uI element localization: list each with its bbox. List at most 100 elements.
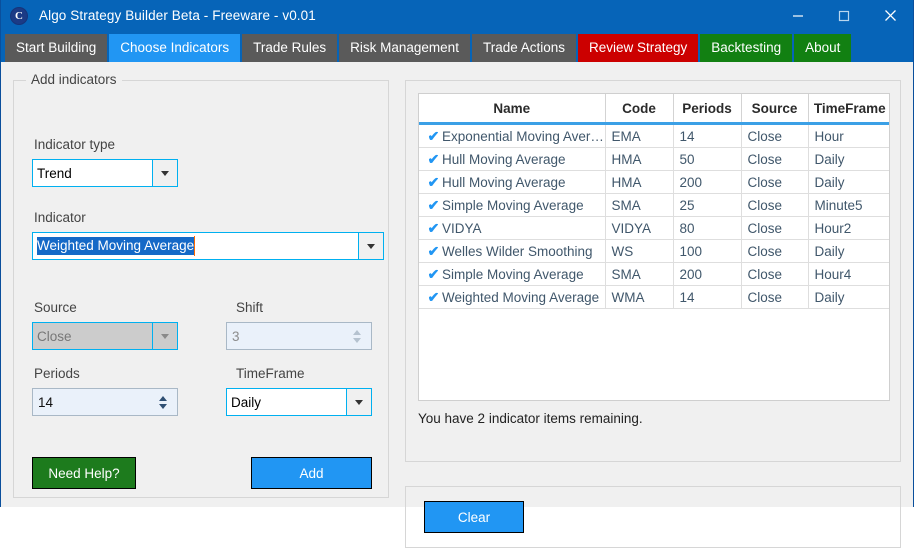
- cell-periods: 200: [673, 262, 742, 286]
- cell-timeframe: Hour4: [808, 262, 889, 286]
- table-header-row: Name Code Periods Source TimeFrame: [419, 94, 889, 125]
- source-label: Source: [34, 300, 77, 315]
- table-row[interactable]: ✔ Hull Moving Average HMA 50 Close Daily: [419, 147, 889, 171]
- cell-source: Close: [741, 285, 809, 309]
- table-row[interactable]: ✔ Welles Wilder Smoothing WS 100 Close Da…: [419, 239, 889, 263]
- chevron-down-icon[interactable]: [358, 233, 383, 259]
- table-row[interactable]: ✔ Hull Moving Average HMA 200 Close Daily: [419, 170, 889, 194]
- table-row[interactable]: ✔ Simple Moving Average SMA 200 Close Hou…: [419, 262, 889, 286]
- tab-bar: Start Building Choose Indicators Trade R…: [1, 31, 913, 62]
- cell-timeframe: Daily: [808, 285, 889, 309]
- periods-value: 14: [38, 394, 54, 410]
- row-check-icon[interactable]: ✔: [425, 151, 442, 168]
- cell-timeframe: Minute5: [808, 193, 889, 217]
- window-title: Algo Strategy Builder Beta - Freeware - …: [39, 8, 316, 23]
- timeframe-combo[interactable]: Daily: [226, 388, 372, 416]
- minimize-icon[interactable]: [775, 0, 821, 31]
- column-header-timeframe[interactable]: TimeFrame: [808, 94, 889, 125]
- row-check-icon[interactable]: ✔: [425, 128, 442, 145]
- add-indicators-group: Add indicators Indicator type Trend Indi…: [13, 72, 389, 498]
- indicator-value-wrap: Weighted Moving Average: [33, 233, 358, 259]
- close-icon[interactable]: [867, 0, 913, 31]
- table-row[interactable]: ✔ Weighted Moving Average WMA 14 Close Da…: [419, 285, 889, 309]
- cell-name: Hull Moving Average: [442, 151, 566, 167]
- tab-about[interactable]: About: [794, 34, 852, 62]
- cell-periods: 14: [673, 285, 742, 309]
- tab-trade-rules[interactable]: Trade Rules: [242, 34, 338, 62]
- cell-timeframe: Daily: [808, 170, 889, 194]
- cell-periods: 80: [673, 216, 742, 240]
- cell-name: VIDYA: [442, 220, 482, 236]
- timeframe-label: TimeFrame: [236, 366, 305, 381]
- table-row[interactable]: ✔ VIDYA VIDYA 80 Close Hour2: [419, 216, 889, 240]
- cell-name: Simple Moving Average: [442, 197, 584, 213]
- stepper-arrows-icon[interactable]: [346, 323, 371, 349]
- cell-name: Weighted Moving Average: [442, 289, 600, 305]
- chevron-down-icon[interactable]: [152, 323, 177, 349]
- window-controls: [775, 0, 913, 31]
- row-check-icon[interactable]: ✔: [425, 289, 442, 306]
- indicator-type-combo[interactable]: Trend: [32, 159, 178, 187]
- shift-stepper[interactable]: 3: [226, 322, 372, 350]
- row-check-icon[interactable]: ✔: [425, 220, 442, 237]
- cell-periods: 200: [673, 170, 742, 194]
- column-header-name[interactable]: Name: [419, 94, 606, 125]
- need-help-button[interactable]: Need Help?: [32, 457, 136, 489]
- row-check-icon[interactable]: ✔: [425, 266, 442, 283]
- column-header-code[interactable]: Code: [605, 94, 674, 125]
- chevron-down-icon[interactable]: [346, 389, 371, 415]
- row-check-icon[interactable]: ✔: [425, 243, 442, 260]
- indicator-table: Name Code Periods Source TimeFrame ✔ Expo…: [419, 94, 889, 309]
- tab-backtesting[interactable]: Backtesting: [700, 34, 793, 62]
- app-window: C Algo Strategy Builder Beta - Freeware …: [0, 0, 914, 548]
- clear-group: Clear: [405, 486, 901, 548]
- cell-source: Close: [741, 170, 809, 194]
- cell-periods: 14: [673, 123, 742, 148]
- cell-code: WMA: [605, 285, 674, 309]
- status-message: You have 2 indicator items remaining.: [418, 411, 643, 426]
- tab-choose-indicators[interactable]: Choose Indicators: [109, 34, 241, 62]
- app-logo-icon: C: [11, 7, 27, 24]
- indicator-type-label: Indicator type: [34, 137, 116, 152]
- maximize-icon[interactable]: [821, 0, 867, 31]
- column-header-source[interactable]: Source: [741, 94, 809, 125]
- source-combo[interactable]: Close: [32, 322, 178, 350]
- cell-periods: 25: [673, 193, 742, 217]
- cell-name: Exponential Moving Average: [442, 128, 605, 144]
- periods-stepper[interactable]: 14: [32, 388, 178, 416]
- tab-risk-management[interactable]: Risk Management: [339, 34, 470, 62]
- add-button[interactable]: Add: [251, 457, 372, 489]
- indicator-label: Indicator: [34, 210, 86, 225]
- title-bar: C Algo Strategy Builder Beta - Freeware …: [1, 0, 913, 31]
- row-check-icon[interactable]: ✔: [425, 174, 442, 191]
- cell-code: HMA: [605, 147, 674, 171]
- table-row[interactable]: ✔ Simple Moving Average SMA 25 Close Minu…: [419, 193, 889, 217]
- tab-review-strategy[interactable]: Review Strategy: [578, 34, 699, 62]
- add-indicators-group-title: Add indicators: [26, 72, 122, 87]
- cell-source: Close: [741, 193, 809, 217]
- tab-page-choose-indicators: Add indicators Indicator type Trend Indi…: [1, 62, 913, 548]
- chevron-down-icon[interactable]: [152, 160, 177, 186]
- shift-value: 3: [232, 328, 240, 344]
- cell-name: Simple Moving Average: [442, 266, 584, 282]
- stepper-arrows-icon[interactable]: [152, 389, 177, 415]
- indicator-table-wrap[interactable]: Name Code Periods Source TimeFrame ✔ Expo…: [418, 93, 890, 401]
- indicator-combo[interactable]: Weighted Moving Average: [32, 232, 384, 260]
- indicator-list-group: Name Code Periods Source TimeFrame ✔ Expo…: [405, 80, 901, 462]
- cell-code: EMA: [605, 123, 674, 148]
- row-check-icon[interactable]: ✔: [425, 197, 442, 214]
- shift-label: Shift: [236, 300, 264, 315]
- cell-code: SMA: [605, 193, 674, 217]
- cell-source: Close: [741, 216, 809, 240]
- cell-timeframe: Hour2: [808, 216, 889, 240]
- tab-start-building[interactable]: Start Building: [5, 34, 108, 62]
- indicator-type-value: Trend: [37, 165, 72, 181]
- tab-trade-actions[interactable]: Trade Actions: [471, 34, 576, 62]
- clear-button[interactable]: Clear: [424, 501, 524, 533]
- text-caret: [194, 236, 196, 256]
- table-row[interactable]: ✔ Exponential Moving Average EMA 14 Close…: [419, 123, 889, 148]
- cell-source: Close: [741, 262, 809, 286]
- cell-source: Close: [741, 147, 809, 171]
- column-header-periods[interactable]: Periods: [673, 94, 742, 125]
- cell-timeframe: Daily: [808, 239, 889, 263]
